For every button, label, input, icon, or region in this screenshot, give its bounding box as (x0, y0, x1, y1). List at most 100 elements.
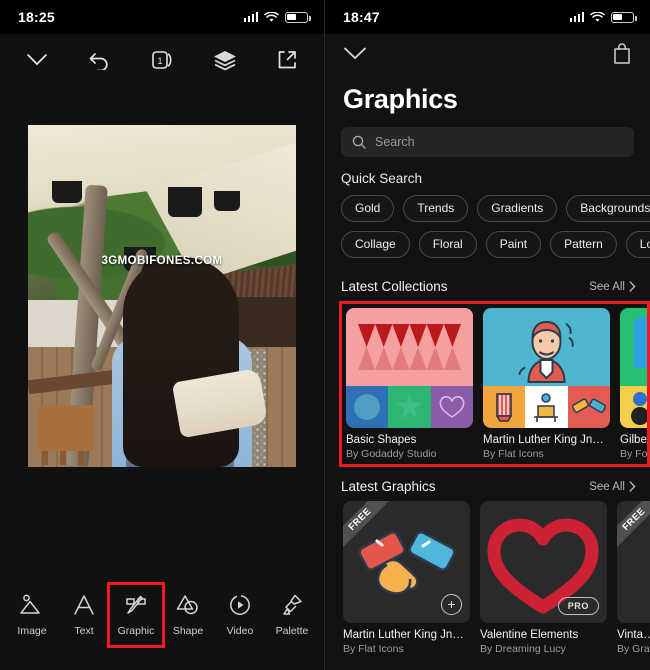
search-input[interactable]: Search (341, 127, 634, 157)
chevron-right-icon (629, 481, 636, 492)
graphic-thumbnail: PRO (480, 501, 607, 623)
shopping-bag-icon[interactable] (612, 42, 632, 70)
latest-collections-heading: Latest Collections (341, 279, 448, 294)
status-icons (569, 11, 637, 23)
svg-text:1: 1 (157, 56, 162, 66)
photo-plant-pot (168, 187, 202, 217)
collection-card[interactable]: Basic Shapes By Godaddy Studio (346, 308, 473, 460)
pro-badge: PRO (557, 597, 599, 615)
status-time: 18:47 (343, 9, 380, 25)
graphic-author: By Dreaming Lucy (480, 643, 566, 655)
collection-card[interactable]: Martin Luther King Jn… By Flat Icons (483, 308, 610, 460)
graphic-card[interactable]: FREE Vinta… By Gra… (617, 501, 650, 655)
graphic-thumbnail: FREE + (343, 501, 470, 623)
handshake-swatch (567, 386, 610, 428)
people-icon (631, 392, 647, 425)
swatch-heart (430, 386, 473, 428)
chip-gradients[interactable]: Gradients (477, 195, 558, 222)
wifi-icon (264, 11, 279, 22)
graphics-panel: 18:47 Graphics Search Quick Search Gold … (325, 0, 650, 670)
collection-name: Martin Luther King Jn… (483, 434, 604, 446)
tool-graphic[interactable]: Graphic (107, 582, 165, 648)
chip-pattern[interactable]: Pattern (550, 231, 617, 258)
graphic-thumbnail: FREE (617, 501, 650, 623)
latest-graphics-heading: Latest Graphics (341, 479, 436, 494)
diamond-pattern (358, 324, 461, 370)
speaker-swatch (525, 386, 568, 428)
chip-floral[interactable]: Floral (418, 231, 477, 258)
quick-search-heading: Quick Search (341, 171, 423, 186)
signal-icon (569, 12, 584, 22)
free-badge: FREE (617, 501, 650, 557)
graphic-name: Vinta… (617, 629, 650, 641)
chip-collage[interactable]: Collage (341, 231, 410, 258)
photo-watermark: 3GMOBIFONES.COM (101, 255, 223, 267)
status-time: 18:25 (18, 9, 55, 25)
photo-plant-pot (52, 181, 82, 203)
free-badge: FREE (343, 501, 399, 557)
chip-trends[interactable]: Trends (403, 195, 469, 222)
add-graphic-button[interactable]: + (441, 594, 462, 615)
thumb-hero (346, 308, 473, 386)
thumb-hero (620, 308, 647, 386)
ribbon-swatch (483, 386, 526, 428)
chip-paint[interactable]: Paint (485, 231, 542, 258)
canvas-area[interactable]: 3GMOBIFONES.COM (0, 86, 324, 506)
graphic-card[interactable]: FREE + Martin Luther King Jn… By Flat Ic… (343, 501, 470, 655)
collapse-chevron-icon[interactable] (343, 46, 367, 66)
shape-icon (176, 595, 198, 615)
tool-label: Text (74, 625, 94, 637)
video-play-icon (230, 595, 250, 615)
chip-backgrounds[interactable]: Backgrounds (566, 195, 650, 222)
collection-thumbnail (346, 308, 473, 428)
latest-collections-header: Latest Collections See All (325, 267, 650, 301)
editor-toolbar-top: 1 (0, 34, 324, 86)
layers-icon[interactable] (208, 45, 242, 75)
latest-graphics-see-all[interactable]: See All (589, 481, 636, 493)
chip-row-2: Collage Floral Paint Pattern Logo (341, 231, 650, 258)
thumb-hero (483, 308, 610, 386)
heart-icon (439, 396, 465, 418)
page-title: Graphics (343, 84, 458, 114)
thumb-swatches (346, 386, 473, 428)
canvas-photo[interactable]: 3GMOBIFONES.COM (28, 125, 296, 467)
collection-author: By Flat Icons (483, 448, 544, 460)
share-export-icon[interactable] (270, 45, 304, 75)
tool-video[interactable]: Video (216, 587, 264, 643)
graphic-name: Martin Luther King Jn… (343, 629, 464, 641)
tool-label: Graphic (117, 625, 155, 637)
chip-gold[interactable]: Gold (341, 195, 395, 222)
editor-panel: 18:25 1 3GMOBIFONES.COM Image Text Graph… (0, 0, 325, 670)
photo-plant-pot (214, 191, 240, 211)
graphic-author: By Flat Icons (343, 643, 404, 655)
graphic-pen-icon (126, 595, 146, 614)
collapse-chevron-icon[interactable] (20, 45, 54, 75)
chevron-right-icon (629, 281, 636, 292)
tool-label: Video (226, 625, 254, 637)
collection-name: Basic Shapes (346, 434, 417, 446)
tool-palette[interactable]: Palette (268, 587, 316, 643)
abstract-shapes-icon (633, 317, 647, 368)
thumb-swatches (620, 386, 647, 428)
tool-shape[interactable]: Shape (164, 587, 212, 643)
battery-icon (285, 11, 311, 23)
tool-image[interactable]: Image (8, 587, 56, 643)
collection-author: By For… (620, 448, 648, 460)
graphic-card[interactable]: PRO Valentine Elements By Dreaming Lucy (480, 501, 607, 655)
see-all-label: See All (589, 280, 625, 293)
tool-text[interactable]: Text (60, 587, 108, 643)
tool-label: Image (17, 625, 47, 637)
status-icons (243, 11, 311, 23)
speaker-podium-icon (534, 393, 559, 422)
page-1-icon[interactable]: 1 (145, 45, 179, 75)
tool-label: Palette (275, 625, 309, 637)
free-badge-label: FREE (343, 501, 392, 551)
image-icon (20, 594, 40, 614)
collection-card[interactable]: Gilbe… By For… (620, 308, 648, 460)
latest-collections-see-all[interactable]: See All (589, 281, 636, 293)
chip-logo[interactable]: Logo (625, 231, 650, 258)
palette-brush-icon (283, 594, 302, 615)
status-bar-right: 18:47 (325, 0, 650, 34)
chip-row-1: Gold Trends Gradients Backgrounds (341, 195, 650, 222)
undo-arrow-icon[interactable] (83, 45, 117, 75)
